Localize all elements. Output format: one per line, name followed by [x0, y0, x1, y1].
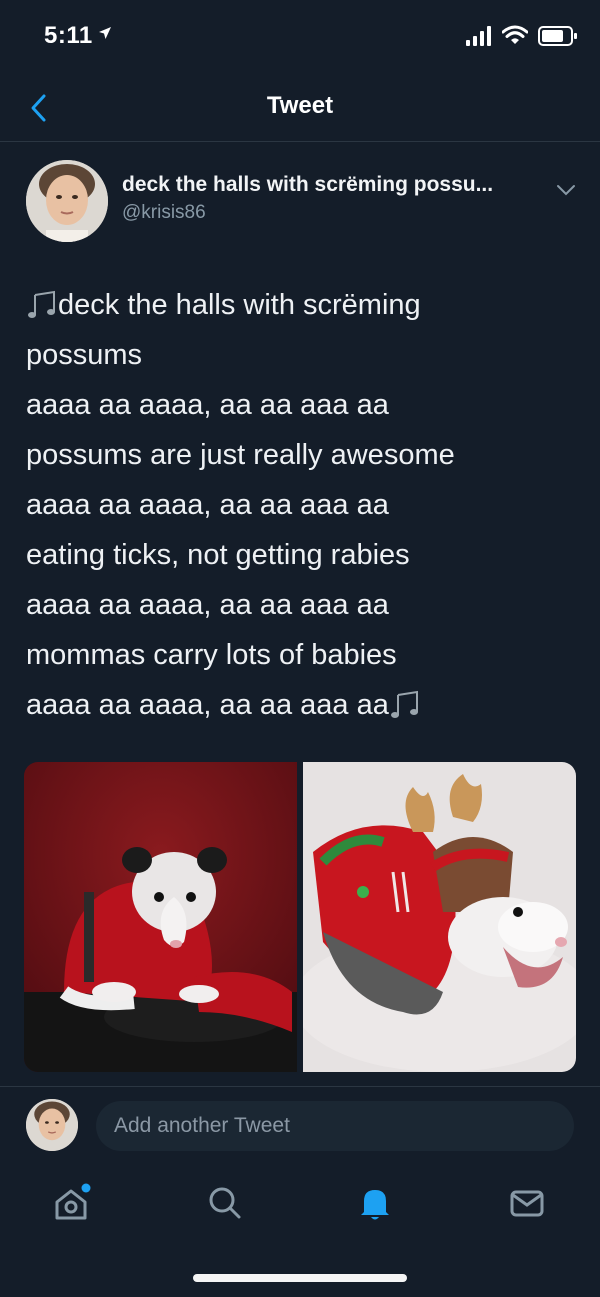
tab-messages[interactable]: [504, 1180, 550, 1226]
status-time: 5:11: [44, 22, 93, 49]
tab-notifications[interactable]: [352, 1180, 398, 1226]
author-handle[interactable]: @krisis86: [122, 202, 206, 224]
tab-home[interactable]: [48, 1180, 94, 1226]
photo-image: [303, 762, 576, 1072]
home-icon: [55, 1183, 91, 1220]
tweet-line: aaaa aa aaaa, aa aa aaa aa: [26, 589, 389, 621]
photo-image: [24, 762, 297, 1072]
messages-envelope-icon: [510, 1190, 544, 1217]
nav-header: Tweet: [0, 76, 600, 142]
battery-icon: [538, 26, 577, 46]
avatar-photo: [26, 160, 108, 242]
tweet-line: possums: [26, 339, 143, 371]
tweet-media: [24, 762, 576, 1072]
author-avatar[interactable]: [26, 160, 108, 242]
tweet-line: possums are just really awesome: [26, 439, 455, 471]
avatar-photo: [26, 1099, 78, 1151]
possum-reindeer-photo[interactable]: [303, 762, 576, 1072]
status-bar: 5:11: [0, 0, 600, 80]
music-note-icon: [390, 690, 418, 718]
tweet-line: deck the halls with scrëming: [26, 280, 566, 330]
tweet-line: mommas carry lots of babies: [26, 639, 397, 671]
signal-icon: [466, 26, 491, 46]
tweet-line: aaaa aa aaaa, aa aa aaa aa: [26, 389, 389, 421]
wifi-icon: [502, 25, 528, 44]
chevron-down-icon[interactable]: [554, 180, 578, 200]
notifications-bell-icon: [361, 1190, 389, 1220]
author-name[interactable]: deck the halls with scrëming possu...: [122, 173, 493, 197]
page-title: Tweet: [266, 92, 334, 119]
tweet-screen: 5:11 Tweet deck the halls with scrëming …: [0, 0, 600, 1297]
tab-search[interactable]: [202, 1180, 248, 1226]
music-note-icon: [28, 290, 55, 318]
tweet-text: deck the halls with scrëming possums aaa…: [26, 280, 566, 730]
reply-bar: [0, 1086, 600, 1166]
bottom-tab-bar: [0, 1166, 600, 1246]
tweet-line: eating ticks, not getting rabies: [26, 539, 410, 571]
tweet-line-text: aaaa aa aaaa, aa aa aaa aa: [26, 689, 389, 721]
tweet-line: aaaa aa aaaa, aa aa aaa aa: [26, 680, 566, 730]
location-arrow-icon: [99, 27, 111, 39]
tweet-line-text: deck the halls with scrëming: [58, 289, 421, 321]
user-avatar[interactable]: [26, 1099, 78, 1151]
home-indicator[interactable]: [193, 1274, 407, 1282]
possum-santa-photo[interactable]: [24, 762, 297, 1072]
search-icon: [209, 1187, 241, 1219]
tweet-line: aaaa aa aaaa, aa aa aaa aa: [26, 489, 389, 521]
add-tweet-input[interactable]: [96, 1101, 574, 1151]
